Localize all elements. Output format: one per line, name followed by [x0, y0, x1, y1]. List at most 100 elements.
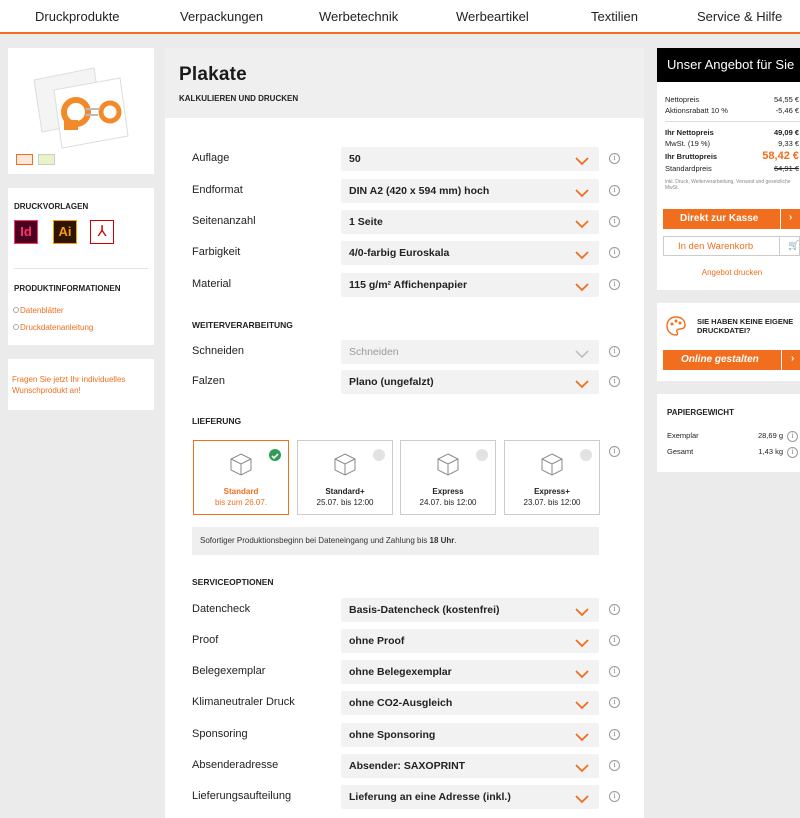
standard-label: Standardpreis [665, 164, 712, 173]
option-select[interactable]: Absender: SAXOPRINT [341, 754, 599, 778]
paper-value: 28,69 g [757, 431, 783, 440]
info-icon[interactable]: i [609, 729, 620, 740]
option-label: Schneiden [192, 345, 244, 357]
delivery-option[interactable]: Express 24.07. bis 12:00 [400, 440, 496, 515]
option-select[interactable]: 4/0-farbig Euroskala [341, 241, 599, 265]
link-druckdatenanleitung[interactable]: Druckdatenanleitung [20, 323, 93, 332]
info-icon[interactable]: i [609, 697, 620, 708]
rabatt-label: Aktionsrabatt 10 % [665, 106, 728, 115]
price-line: Standardpreis 64,91 € [665, 164, 799, 174]
option-row: Datencheck Basis-Datencheck (kostenfrei) i [192, 598, 620, 622]
option-value: Basis-Datencheck (kostenfrei) [349, 604, 500, 616]
option-select[interactable]: 115 g/m² Affichenpapier [341, 273, 599, 297]
thumbnail-2[interactable] [38, 154, 55, 165]
radio-icon[interactable] [580, 449, 592, 461]
option-select[interactable]: Lieferung an eine Adresse (inkl.) [341, 785, 599, 809]
option-label: Falzen [192, 375, 226, 387]
option-label: Belegexemplar [192, 665, 266, 677]
option-select[interactable]: ohne CO2-Ausgleich [341, 691, 599, 715]
pdf-icon[interactable]: ⅄ [90, 220, 114, 244]
bullet-icon [13, 307, 19, 313]
nav-service-hilfe[interactable]: Service & Hilfe [697, 9, 782, 24]
info-icon[interactable]: i [787, 447, 798, 458]
nav-verpackungen[interactable]: Verpackungen [180, 9, 263, 24]
bullet-icon [13, 324, 19, 330]
option-label: Endformat [192, 184, 243, 196]
info-icon[interactable]: i [609, 635, 620, 646]
option-select[interactable]: ohne Sponsoring [341, 723, 599, 747]
option-label: Klimaneutraler Druck [192, 696, 295, 708]
nav-druckprodukte[interactable]: Druckprodukte [35, 9, 120, 24]
info-icon[interactable]: i [609, 153, 620, 164]
nettopreis-value: 54,55 € [773, 95, 799, 104]
option-select: Schneiden [341, 340, 599, 364]
offer-title: Unser Angebot für Sie [657, 48, 800, 82]
price-line: MwSt. (19 %) 9,33 € [665, 139, 799, 149]
chevron-down-icon [575, 153, 589, 166]
radio-icon[interactable] [476, 449, 488, 461]
notice-end: . [454, 536, 457, 545]
info-icon[interactable]: i [609, 185, 620, 196]
info-icon[interactable]: i [609, 760, 620, 771]
left-info-box: DRUCKVORLAGEN Id Ai ⅄ PRODUKTINFORMATION… [8, 188, 154, 345]
paper-row: Gesamt 1,43 kg [667, 447, 783, 457]
weiterverarbeitung-title: WEITERVERARBEITUNG [192, 320, 293, 330]
print-offer-link[interactable]: Angebot drucken [657, 268, 800, 277]
illustrator-icon[interactable]: Ai [53, 220, 77, 244]
delivery-option[interactable]: Express+ 23.07. bis 12:00 [504, 440, 600, 515]
online-design-button[interactable]: Online gestalten › [663, 350, 800, 370]
palette-icon [666, 316, 686, 336]
info-icon[interactable]: i [609, 666, 620, 677]
brutto-label: Ihr Bruttopreis [665, 152, 718, 161]
info-icon[interactable]: i [609, 346, 620, 357]
product-image-box [8, 48, 154, 174]
mwst-value: 9,33 € [778, 139, 799, 148]
checkout-button[interactable]: Direkt zur Kasse › [663, 209, 800, 229]
option-select[interactable]: ohne Proof [341, 629, 599, 653]
info-icon[interactable]: i [609, 376, 620, 387]
info-icon[interactable]: i [609, 446, 620, 457]
nav-werbeartikel[interactable]: Werbeartikel [456, 9, 529, 24]
ihr-netto-value: 49,09 € [773, 128, 799, 137]
option-value: ohne Proof [349, 635, 405, 647]
option-value: ohne Sponsoring [349, 729, 436, 741]
info-icon[interactable]: i [609, 604, 620, 615]
info-icon[interactable]: i [609, 247, 620, 258]
option-select[interactable]: Plano (ungefalzt) [341, 370, 599, 394]
delivery-date: 25.07. bis 12:00 [316, 498, 374, 507]
divider [665, 121, 800, 122]
option-row: Belegexemplar ohne Belegexemplar i [192, 660, 620, 684]
option-value: Absender: SAXOPRINT [349, 760, 466, 772]
thumbnail-1[interactable] [16, 154, 33, 165]
option-select[interactable]: DIN A2 (420 x 594 mm) hoch [341, 179, 599, 203]
nav-werbetechnik[interactable]: Werbetechnik [319, 9, 398, 24]
radio-icon[interactable] [373, 449, 385, 461]
option-label: Auflage [192, 152, 230, 164]
option-row: Sponsoring ohne Sponsoring i [192, 723, 620, 747]
delivery-name: Standard [223, 487, 259, 496]
request-link[interactable]: Fragen Sie jetzt Ihr individuelles Wunsc… [12, 374, 150, 396]
info-icon[interactable]: i [609, 216, 620, 227]
nav-textilien[interactable]: Textilien [591, 9, 638, 24]
indesign-icon[interactable]: Id [14, 220, 38, 244]
option-row: Auflage 50 i [192, 147, 620, 171]
delivery-name: Express [432, 487, 464, 496]
option-row: Proof ohne Proof i [192, 629, 620, 653]
delivery-option[interactable]: Standard bis zum 26.07. [193, 440, 289, 515]
delivery-name: Express+ [534, 487, 570, 496]
info-icon[interactable]: i [787, 431, 798, 442]
info-icon[interactable]: i [609, 791, 620, 802]
cart-button[interactable]: In den Warenkorb 🛒 [663, 236, 800, 256]
check-icon[interactable] [269, 449, 281, 461]
info-icon[interactable]: i [609, 279, 620, 290]
option-label: Lieferungsaufteilung [192, 790, 292, 802]
option-select[interactable]: 1 Seite [341, 210, 599, 234]
option-row: Absenderadresse Absender: SAXOPRINT i [192, 754, 620, 778]
link-datenblaetter[interactable]: Datenblätter [20, 306, 64, 315]
package-icon [228, 451, 254, 477]
option-select[interactable]: 50 [341, 147, 599, 171]
paper-value: 1,43 kg [758, 447, 783, 456]
option-select[interactable]: ohne Belegexemplar [341, 660, 599, 684]
delivery-option[interactable]: Standard+ 25.07. bis 12:00 [297, 440, 393, 515]
option-select[interactable]: Basis-Datencheck (kostenfrei) [341, 598, 599, 622]
